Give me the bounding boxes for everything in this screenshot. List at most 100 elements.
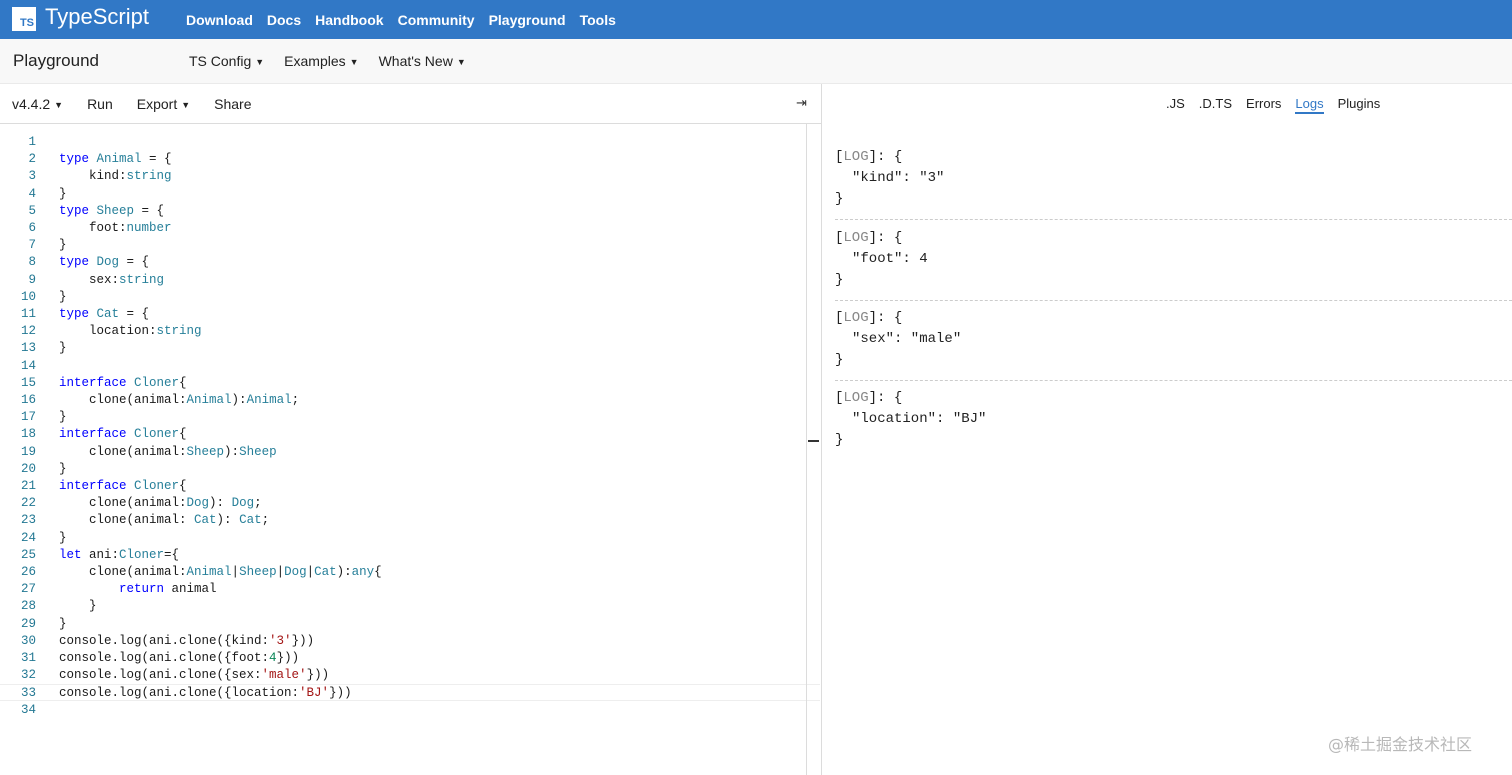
code-line[interactable]: 30 console.log(ani.clone({kind:'3'})) (0, 633, 820, 650)
code-line[interactable]: 6 foot:number (0, 220, 820, 237)
code-text[interactable]: } (59, 237, 67, 254)
code-text[interactable]: kind:string (59, 168, 172, 185)
code-line[interactable]: 5 type Sheep = { (0, 203, 820, 220)
log-open: ]: { (868, 149, 903, 165)
code-line[interactable]: 8 type Dog = { (0, 254, 820, 271)
tab-errors[interactable]: Errors (1246, 96, 1281, 114)
code-text[interactable]: } (59, 340, 67, 357)
code-line[interactable]: 27 return animal (0, 581, 820, 598)
collapse-sidebar-icon[interactable]: ⇥ (796, 95, 807, 111)
code-line[interactable]: 3 kind:string (0, 168, 820, 185)
code-line[interactable]: 11 type Cat = { (0, 306, 820, 323)
code-text[interactable]: clone(animal:Dog): Dog; (59, 495, 262, 512)
code-text[interactable]: console.log(ani.clone({kind:'3'})) (59, 633, 314, 650)
code-line[interactable]: 10} (0, 289, 820, 306)
code-text[interactable]: console.log(ani.clone({sex:'male'})) (59, 667, 329, 684)
nav-link-tools[interactable]: Tools (580, 12, 616, 28)
nav-link-community[interactable]: Community (398, 12, 475, 28)
export-menu[interactable]: Export ▼ (137, 96, 190, 112)
whats-new-menu[interactable]: What's New ▼ (379, 53, 466, 69)
code-line[interactable]: 12 location:string (0, 323, 820, 340)
line-number: 33 (20, 686, 36, 701)
code-line[interactable]: 7} (0, 237, 820, 254)
code-text[interactable]: return animal (59, 581, 217, 598)
code-text[interactable]: clone(animal: Cat): Cat; (59, 512, 269, 529)
code-text[interactable]: location:string (59, 323, 202, 340)
nav-link-docs[interactable]: Docs (267, 12, 301, 28)
run-button[interactable]: Run (87, 96, 113, 112)
code-line[interactable]: 32 console.log(ani.clone({sex:'male'})) (0, 667, 820, 684)
code-text[interactable]: foot:number (59, 220, 172, 237)
tab-dts[interactable]: .D.TS (1199, 96, 1232, 114)
editor-scrollbar[interactable] (806, 124, 807, 775)
code-line[interactable]: 25 let ani:Cloner={ (0, 547, 820, 564)
code-line[interactable]: 19 clone(animal:Sheep):Sheep (0, 444, 820, 461)
code-text[interactable]: interface Cloner{ (59, 478, 187, 495)
code-text[interactable]: console.log(ani.clone({foot:4})) (59, 650, 299, 667)
code-line[interactable]: 34 (0, 702, 820, 719)
code-editor[interactable]: 1 2 type Animal = {3 kind:string 4} 5 type Sh… (0, 124, 820, 775)
code-line[interactable]: 28 } (0, 598, 820, 615)
code-line[interactable]: 2 type Animal = { (0, 151, 820, 168)
line-number: 2 (28, 152, 36, 167)
site-logo-text[interactable]: TypeScript (45, 4, 149, 30)
code-text[interactable]: interface Cloner{ (59, 375, 187, 392)
share-button[interactable]: Share (214, 96, 251, 112)
code-text[interactable]: } (59, 186, 67, 203)
code-text[interactable]: interface Cloner{ (59, 426, 187, 443)
code-line[interactable]: 33 console.log(ani.clone({location:'BJ'})… (0, 684, 820, 702)
log-entry: [LOG]: { "sex": "male" } (835, 308, 1512, 371)
line-number: 8 (28, 255, 36, 270)
nav-link-playground[interactable]: Playground (489, 12, 566, 28)
tab-plugins[interactable]: Plugins (1338, 96, 1381, 114)
log-level: LOG (843, 310, 869, 326)
code-text[interactable]: console.log(ani.clone({location:'BJ'})) (59, 685, 352, 702)
code-line[interactable]: 1 (0, 134, 820, 151)
code-text[interactable]: } (59, 530, 67, 547)
ts-config-menu[interactable]: TS Config ▼ (189, 53, 264, 69)
code-text[interactable]: } (59, 409, 67, 426)
code-text[interactable]: clone(animal:Sheep):Sheep (59, 444, 277, 461)
code-line[interactable]: 17} (0, 409, 820, 426)
code-line[interactable]: 24} (0, 530, 820, 547)
code-line[interactable]: 20} (0, 461, 820, 478)
code-line[interactable]: 13} (0, 340, 820, 357)
log-entry: [LOG]: { "foot": 4 } (835, 228, 1512, 291)
line-number: 14 (20, 358, 36, 373)
code-line[interactable]: 22 clone(animal:Dog): Dog; (0, 495, 820, 512)
code-text[interactable]: clone(animal:Animal|Sheep|Dog|Cat):any{ (59, 564, 382, 581)
code-line[interactable]: 15 interface Cloner{ (0, 375, 820, 392)
code-text[interactable]: } (59, 616, 67, 633)
code-line[interactable]: 18 interface Cloner{ (0, 426, 820, 443)
code-text[interactable]: type Animal = { (59, 151, 172, 168)
nav-link-handbook[interactable]: Handbook (315, 12, 383, 28)
code-line[interactable]: 21 interface Cloner{ (0, 478, 820, 495)
code-line[interactable]: 31 console.log(ani.clone({foot:4})) (0, 650, 820, 667)
code-text[interactable]: clone(animal:Animal):Animal; (59, 392, 299, 409)
code-text[interactable]: type Sheep = { (59, 203, 164, 220)
code-text[interactable]: } (59, 289, 67, 306)
code-text[interactable]: } (59, 598, 97, 615)
code-text[interactable]: type Dog = { (59, 254, 149, 271)
code-text[interactable]: let ani:Cloner={ (59, 547, 179, 564)
tab-js[interactable]: .JS (1166, 96, 1185, 114)
log-body: "sex": "male" (852, 331, 962, 347)
line-number: 7 (28, 238, 36, 253)
code-line[interactable]: 29} (0, 616, 820, 633)
code-text[interactable]: sex:string (59, 272, 164, 289)
pane-divider[interactable] (821, 84, 822, 775)
examples-label: Examples (284, 53, 346, 69)
code-line[interactable]: 16 clone(animal:Animal):Animal; (0, 392, 820, 409)
code-line[interactable]: 4} (0, 186, 820, 203)
code-line[interactable]: 26 clone(animal:Animal|Sheep|Dog|Cat):an… (0, 564, 820, 581)
version-select[interactable]: v4.4.2 ▼ (12, 96, 63, 112)
code-line[interactable]: 9 sex:string (0, 272, 820, 289)
nav-link-download[interactable]: Download (186, 12, 253, 28)
tab-logs[interactable]: Logs (1295, 96, 1324, 114)
code-line[interactable]: 14 (0, 358, 820, 375)
code-text[interactable]: } (59, 461, 67, 478)
code-text[interactable]: type Cat = { (59, 306, 149, 323)
code-line[interactable]: 23 clone(animal: Cat): Cat; (0, 512, 820, 529)
typescript-logo-icon[interactable]: TS (12, 7, 36, 31)
examples-menu[interactable]: Examples ▼ (284, 53, 358, 69)
